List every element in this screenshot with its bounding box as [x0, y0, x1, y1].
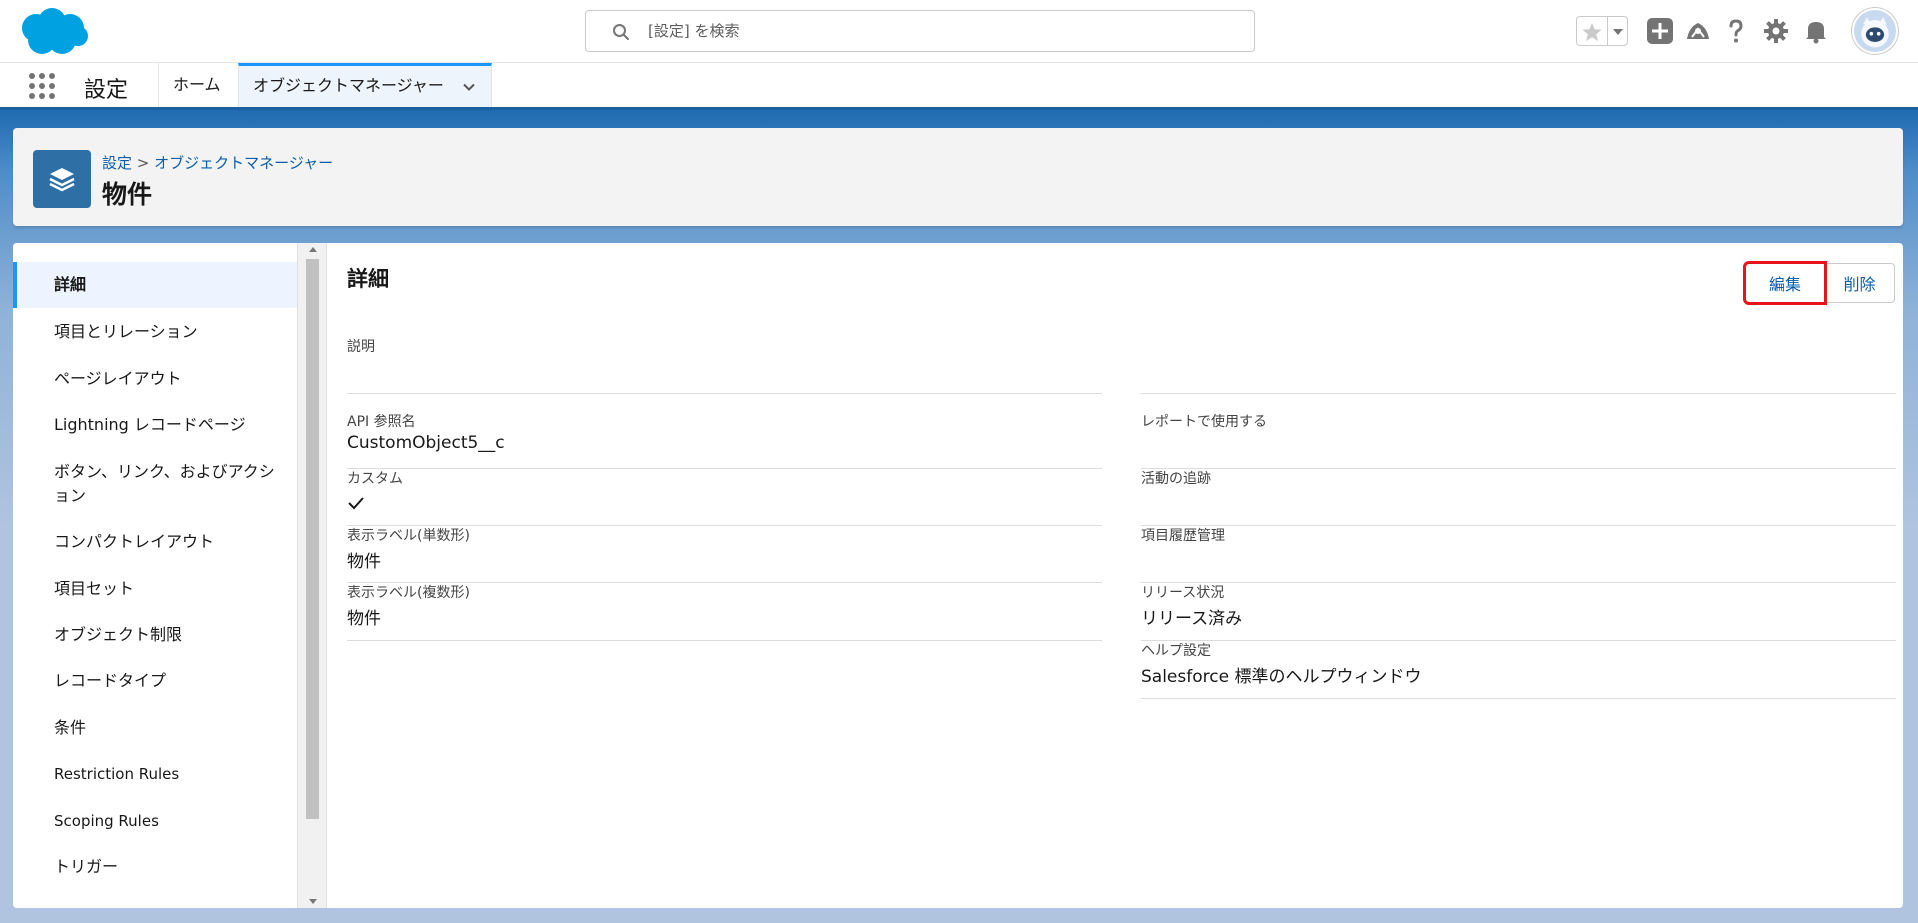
edit-button[interactable]: 編集	[1743, 261, 1827, 305]
sidenav-item-label: オブジェクト制限	[54, 625, 183, 644]
field-label-plural: 表示ラベル(複数形) 物件	[347, 582, 1102, 641]
sidenav-item-label: コンパクトレイアウト	[54, 532, 215, 551]
sidenav-item-label: 項目とリレーション	[54, 322, 198, 341]
favorites-group	[1576, 16, 1628, 46]
field-label: 項目履歴管理	[1141, 528, 1225, 544]
sidenav-item-field-sets[interactable]: 項目セット	[13, 577, 297, 601]
field-value: Salesforce 標準のヘルプウィンドウ	[1141, 667, 1422, 687]
field-deployment-status: リリース状況 リリース済み	[1141, 582, 1896, 641]
field-label: カスタム	[347, 471, 403, 487]
field-allow-reports: レポートで使用する	[1141, 411, 1896, 469]
sidenav-item-details[interactable]: 詳細	[13, 262, 297, 308]
checkmark-icon	[348, 497, 364, 510]
global-header	[0, 0, 1918, 63]
breadcrumb-object-manager-link[interactable]: オブジェクトマネージャー	[154, 154, 333, 172]
field-label: 表示ラベル(単数形)	[347, 528, 470, 544]
favorites-divider	[1607, 17, 1608, 45]
section-title: 詳細	[347, 267, 389, 291]
sidenav-item-label: レコードタイプ	[54, 671, 167, 690]
field-history-tracking: 項目履歴管理	[1141, 525, 1896, 583]
star-icon[interactable]	[1581, 21, 1603, 43]
salesforce-cloud-logo[interactable]	[16, 6, 90, 58]
scroll-up-arrow-icon[interactable]	[309, 247, 317, 252]
field-value: CustomObject5__c	[347, 433, 505, 453]
field-track-activities: 活動の追跡	[1141, 468, 1896, 526]
app-launcher-icon[interactable]	[28, 72, 56, 100]
sidenav-item-label: 条件	[54, 718, 87, 737]
sidenav-item-label: Scoping Rules	[54, 812, 159, 830]
sidenav-item-buttons-links-actions[interactable]: ボタン、リンク、およびアクション	[13, 460, 297, 508]
field-label: ヘルプ設定	[1141, 643, 1211, 659]
field-value: リリース済み	[1141, 609, 1243, 629]
sidenav-item-fields-relationships[interactable]: 項目とリレーション	[13, 320, 297, 344]
sidenav-item-label: Restriction Rules	[54, 765, 180, 783]
search-icon	[613, 24, 629, 40]
help-icon[interactable]	[1722, 17, 1750, 45]
field-value: 物件	[347, 552, 381, 572]
sidenav-item-label: トリガー	[54, 857, 119, 876]
sidenav-item-triggers[interactable]: トリガー	[13, 855, 297, 879]
tab-object-manager[interactable]: オブジェクトマネージャー	[238, 63, 492, 107]
sidenav-item-label: ボタン、リンク、およびアクション	[54, 462, 275, 505]
breadcrumb-separator: >	[136, 154, 150, 172]
field-label: API 参照名	[347, 414, 416, 430]
scroll-down-arrow-icon[interactable]	[309, 899, 317, 904]
breadcrumb: 設定 > オブジェクトマネージャー	[102, 152, 333, 173]
object-manager-icon	[33, 150, 91, 208]
sidenav-item-compact-layouts[interactable]: コンパクトレイアウト	[13, 530, 297, 554]
sidenav-item-record-types[interactable]: レコードタイプ	[13, 669, 297, 693]
chevron-down-icon[interactable]	[461, 79, 477, 95]
page-title: 物件	[102, 180, 153, 209]
search-input[interactable]	[648, 17, 1238, 45]
sidenav-item-label: ページレイアウト	[54, 369, 182, 388]
object-sidenav: 詳細 項目とリレーション ページレイアウト Lightning レコードページ …	[13, 243, 297, 908]
setup-gear-icon[interactable]	[1762, 17, 1790, 45]
scrollbar-thumb[interactable]	[306, 259, 319, 819]
field-label: 説明	[347, 339, 375, 355]
sidenav-scrollbar[interactable]	[297, 243, 327, 908]
sidenav-item-lightning-record-pages[interactable]: Lightning レコードページ	[13, 413, 297, 437]
field-label: 活動の追跡	[1141, 471, 1211, 487]
field-blank	[1141, 336, 1896, 394]
sidenav-item-scoping-rules[interactable]: Scoping Rules	[13, 809, 297, 833]
field-help-settings: ヘルプ設定 Salesforce 標準のヘルプウィンドウ	[1141, 640, 1896, 699]
field-value: 物件	[347, 609, 381, 629]
breadcrumb-setup-link[interactable]: 設定	[102, 154, 132, 172]
sidenav-item-object-limits[interactable]: オブジェクト制限	[13, 623, 297, 647]
global-create-icon[interactable]	[1646, 17, 1674, 45]
sidenav-item-restriction-rules[interactable]: Restriction Rules	[13, 762, 297, 786]
page-header: 設定 > オブジェクトマネージャー 物件	[13, 128, 1903, 226]
notifications-bell-icon[interactable]	[1802, 17, 1830, 45]
tab-home[interactable]: ホーム	[158, 63, 235, 107]
sidenav-item-label: 項目セット	[54, 579, 135, 598]
favorites-dropdown-icon[interactable]	[1610, 23, 1626, 39]
delete-button[interactable]: 削除	[1824, 263, 1895, 303]
app-name: 設定	[84, 78, 129, 103]
main-card: 詳細 項目とリレーション ページレイアウト Lightning レコードページ …	[13, 243, 1903, 908]
layers-icon	[49, 168, 75, 192]
tab-home-label: ホーム	[173, 75, 221, 94]
global-search[interactable]	[585, 10, 1255, 52]
field-custom: カスタム	[347, 468, 1102, 526]
field-description: 説明	[347, 336, 1102, 394]
sidenav-item-label: Lightning レコードページ	[54, 415, 246, 434]
detail-content: 詳細 編集 削除 説明 API 参照名 CustomObject5__c カスタ…	[327, 243, 1903, 908]
sidenav-item-page-layouts[interactable]: ページレイアウト	[13, 367, 297, 391]
field-api-name: API 参照名 CustomObject5__c	[347, 411, 1102, 469]
field-label-singular: 表示ラベル(単数形) 物件	[347, 525, 1102, 583]
tab-object-manager-label: オブジェクトマネージャー	[253, 76, 444, 95]
astro-avatar-icon	[1861, 17, 1889, 48]
field-label: レポートで使用する	[1141, 414, 1267, 430]
user-avatar[interactable]	[1852, 8, 1898, 54]
field-label: リリース状況	[1141, 585, 1225, 601]
trailhead-guidance-icon[interactable]	[1684, 17, 1712, 45]
sidenav-item-label: 詳細	[54, 275, 87, 294]
field-label: 表示ラベル(複数形)	[347, 585, 470, 601]
context-bar: 設定 ホーム オブジェクトマネージャー	[0, 63, 1918, 110]
detail-button-group: 編集 削除	[1743, 261, 1895, 305]
sidenav-item-conditions[interactable]: 条件	[13, 716, 297, 740]
